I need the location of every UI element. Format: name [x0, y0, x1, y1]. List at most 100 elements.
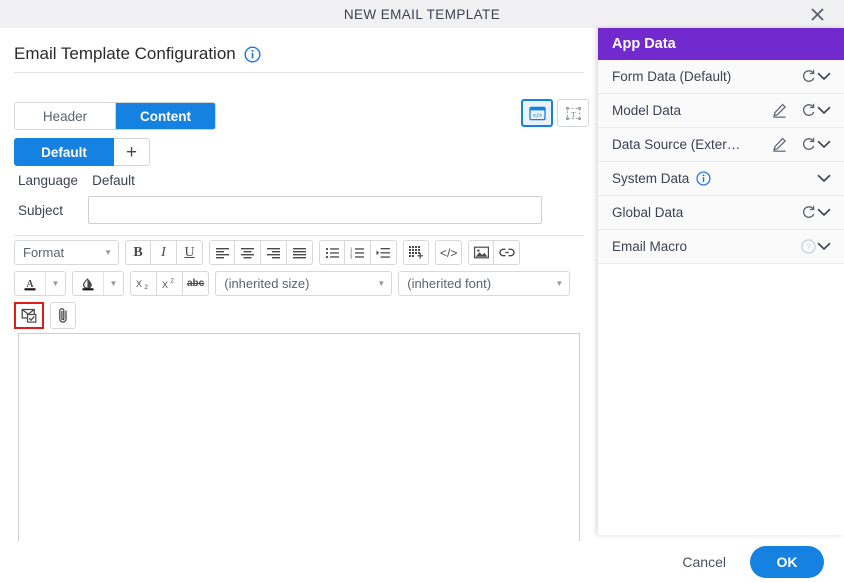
language-value: Default	[92, 173, 135, 188]
numbered-list-icon[interactable]: 1 2 3	[345, 240, 371, 265]
source-code-group: </>	[435, 240, 463, 265]
superscript-icon[interactable]: X 2	[157, 271, 183, 296]
align-right-icon[interactable]	[261, 240, 287, 265]
svg-text:2: 2	[145, 285, 149, 290]
chevron-down-icon[interactable]	[816, 242, 832, 251]
editor-toolbar-row-2: A ▼ ▼ X 2 X 2 abc (inherited size) ▼ (in…	[14, 271, 571, 296]
align-justify-icon[interactable]	[287, 240, 313, 265]
editor-divider	[14, 235, 584, 236]
text-color-dropdown-arrow[interactable]: ▼	[45, 272, 65, 295]
refresh-icon[interactable]	[801, 137, 816, 152]
list-group: 1 2 3	[319, 240, 397, 265]
chevron-down-icon: ▼	[104, 248, 112, 257]
chevron-down-icon: ▼	[51, 279, 60, 288]
subject-input[interactable]	[88, 196, 542, 224]
help-question-icon[interactable]: ?	[801, 239, 816, 254]
close-icon[interactable]	[798, 0, 836, 28]
insert-link-icon[interactable]	[494, 240, 521, 265]
chevron-down-icon[interactable]	[816, 174, 832, 183]
add-language-button[interactable]: +	[114, 138, 150, 166]
app-data-item-system-data[interactable]: System Data	[598, 162, 844, 196]
tab-header[interactable]: Header	[15, 103, 115, 129]
app-data-item-email-macro[interactable]: Email Macro ?	[598, 230, 844, 264]
text-box-view-icon[interactable]: T	[557, 99, 589, 127]
bold-label: B	[133, 244, 143, 260]
title-divider	[14, 72, 584, 73]
chevron-down-icon[interactable]	[816, 106, 832, 115]
app-data-item-label-wrap: System Data	[612, 171, 816, 186]
info-icon[interactable]	[696, 171, 711, 186]
underline-icon[interactable]: U	[177, 240, 203, 265]
insert-image-icon[interactable]	[468, 240, 495, 265]
refresh-icon[interactable]	[801, 69, 816, 84]
app-data-title: App Data	[612, 36, 676, 52]
format-select-value: Format	[23, 245, 65, 260]
strikethrough-icon[interactable]: abc	[183, 271, 210, 296]
strikethrough-label: abc	[187, 278, 205, 289]
alignment-group	[209, 240, 313, 265]
language-label: Language	[18, 173, 79, 188]
chevron-down-icon: ▼	[109, 279, 118, 288]
bold-icon[interactable]: B	[125, 240, 151, 265]
font-size-select[interactable]: (inherited size) ▼	[215, 271, 393, 296]
page-title: Email Template Configuration	[14, 44, 236, 63]
text-color-control: A ▼	[14, 271, 66, 296]
edit-pencil-icon[interactable]	[772, 137, 787, 152]
app-data-item-label: Global Data	[612, 205, 684, 220]
text-color-icon[interactable]: A	[15, 272, 45, 295]
app-data-item-model-data[interactable]: Model Data	[598, 94, 844, 128]
app-data-item-actions: ?	[801, 239, 816, 254]
italic-icon[interactable]: I	[151, 240, 177, 265]
refresh-icon[interactable]	[801, 103, 816, 118]
app-data-item-form-data[interactable]: Form Data (Default)	[598, 60, 844, 94]
text-style-group: B I U	[125, 240, 203, 265]
app-data-item-actions	[801, 69, 816, 84]
background-color-dropdown-arrow[interactable]: ▼	[103, 272, 123, 295]
attachment-paperclip-icon[interactable]	[50, 302, 76, 329]
chevron-down-icon: ▼	[377, 279, 386, 288]
app-data-item-label: Form Data (Default)	[612, 69, 732, 84]
svg-text:</>: </>	[532, 112, 542, 119]
refresh-icon[interactable]	[801, 205, 816, 220]
app-data-item-data-source[interactable]: Data Source (Exter…	[598, 128, 844, 162]
insert-table-icon[interactable]	[403, 240, 429, 265]
app-data-item-label: System Data	[612, 171, 690, 186]
editor-toolbar-row-3	[14, 302, 76, 329]
svg-text:X: X	[136, 279, 142, 289]
dialog-title: NEW EMAIL TEMPLATE	[343, 6, 501, 22]
email-template-dialog: NEW EMAIL TEMPLATE Email Template Config…	[0, 0, 844, 583]
svg-text:3: 3	[350, 254, 353, 258]
cancel-button[interactable]: Cancel	[664, 546, 744, 578]
ok-button[interactable]: OK	[750, 546, 824, 578]
dialog-titlebar: NEW EMAIL TEMPLATE	[0, 0, 844, 28]
app-data-header: App Data	[598, 28, 844, 60]
format-select[interactable]: Format ▼	[14, 240, 119, 265]
align-left-icon[interactable]	[209, 240, 235, 265]
subject-label: Subject	[18, 202, 64, 218]
language-tab-default[interactable]: Default	[14, 138, 114, 166]
info-icon[interactable]	[244, 45, 261, 63]
indent-icon[interactable]	[371, 240, 397, 265]
chevron-down-icon[interactable]	[816, 72, 832, 81]
svg-text:2: 2	[171, 279, 175, 285]
app-data-item-global-data[interactable]: Global Data	[598, 196, 844, 230]
background-color-icon[interactable]	[73, 272, 103, 295]
html-source-view-icon[interactable]: </>	[521, 99, 553, 127]
config-area: Email Template Configuration Header Cont…	[0, 28, 598, 555]
align-center-icon[interactable]	[235, 240, 261, 265]
page-title-row: Email Template Configuration	[14, 44, 261, 64]
edit-pencil-icon[interactable]	[772, 103, 787, 118]
insert-email-macro-icon[interactable]	[14, 302, 44, 329]
font-family-select[interactable]: (inherited font) ▼	[398, 271, 571, 296]
subscript-icon[interactable]: X 2	[130, 271, 157, 296]
chevron-down-icon[interactable]	[816, 140, 832, 149]
italic-label: I	[161, 244, 166, 260]
chevron-down-icon[interactable]	[816, 208, 832, 217]
bullet-list-icon[interactable]	[319, 240, 345, 265]
tab-content[interactable]: Content	[115, 103, 215, 129]
underline-label: U	[184, 244, 195, 260]
subject-row: Subject	[18, 196, 542, 224]
editor-content-area[interactable]	[18, 333, 580, 555]
source-code-icon[interactable]: </>	[435, 240, 463, 265]
app-data-item-actions	[801, 205, 816, 220]
